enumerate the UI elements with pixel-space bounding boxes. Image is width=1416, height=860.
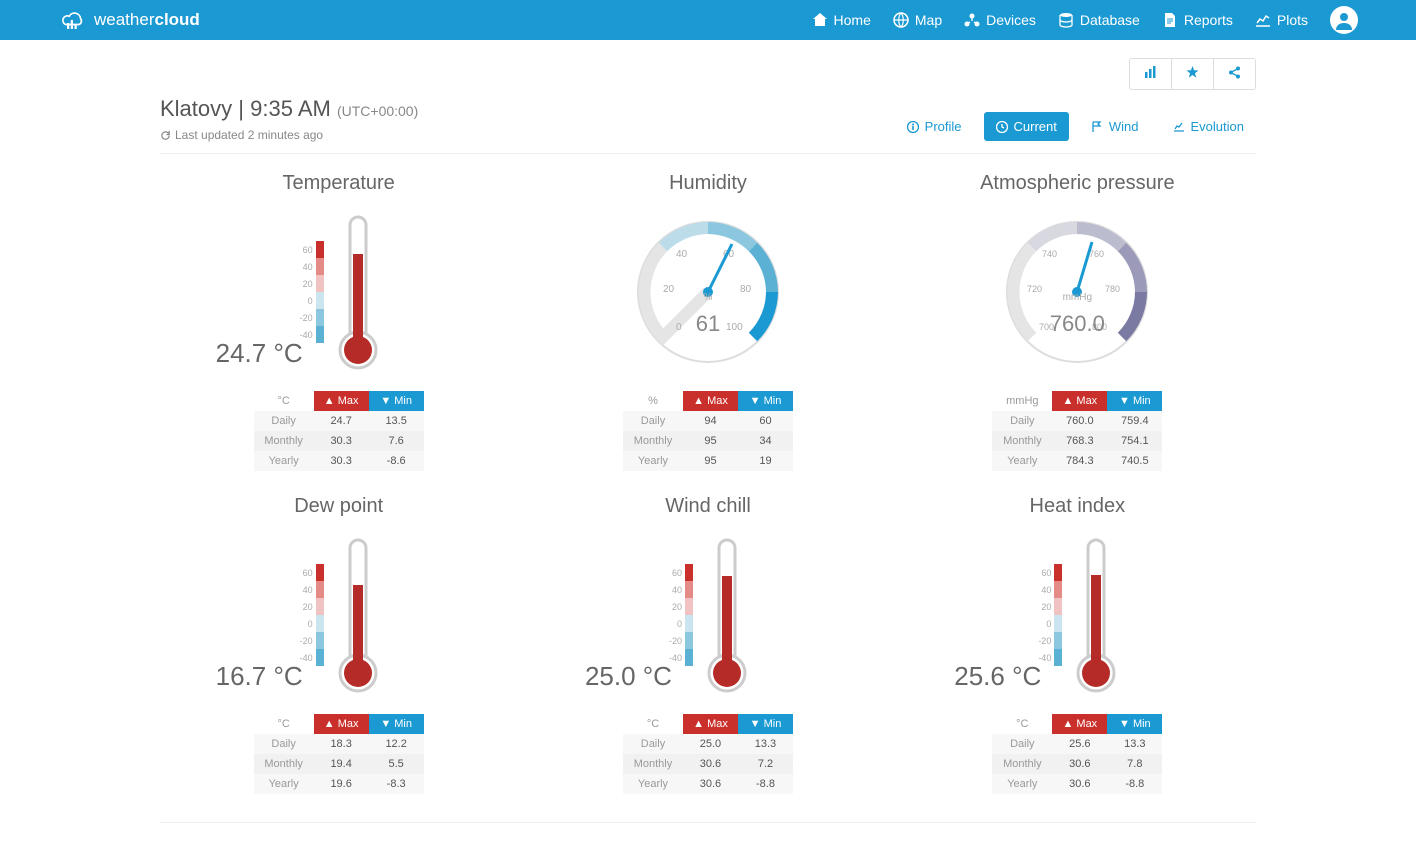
table-row: Daily24.713.5 — [254, 411, 424, 431]
database-icon — [1058, 12, 1074, 28]
stats-table: °C▲ Max▼ Min Daily18.312.2 Monthly19.45.… — [254, 714, 424, 794]
thermometer-icon — [707, 535, 747, 695]
dew-value: 16.7 °C — [216, 661, 303, 692]
tab-current[interactable]: Current — [984, 112, 1069, 141]
user-avatar[interactable] — [1330, 6, 1358, 34]
thermo-scale: 60 40 20 0 -20 -40 — [669, 564, 693, 666]
temperature-value: 24.7 °C — [216, 338, 303, 369]
table-row: Monthly9534 — [623, 431, 793, 451]
panel-title: Wind chill — [529, 495, 886, 518]
table-row: Daily18.312.2 — [254, 734, 424, 754]
brand-text-a: weather — [94, 10, 154, 29]
flag-icon — [1091, 121, 1103, 133]
pressure-gauge: 700 720 740 760 780 800 mmHg 760.0 — [997, 212, 1157, 372]
share-icon — [1228, 66, 1241, 79]
panel-temperature: Temperature 60 40 20 0 -20 -40 24.7 °C — [160, 172, 517, 471]
home-icon — [812, 12, 828, 28]
pressure-value: 760.0 — [997, 311, 1157, 337]
table-row: Yearly30.6-8.8 — [992, 774, 1162, 794]
divider — [160, 822, 1256, 823]
share-button[interactable] — [1213, 59, 1255, 89]
thermometer-icon — [338, 535, 378, 695]
panels-grid: Temperature 60 40 20 0 -20 -40 24.7 °C — [160, 172, 1256, 794]
heat-value: 25.6 °C — [954, 661, 1041, 692]
trend-icon — [1173, 121, 1185, 133]
stats-table: °C▲ Max▼ Min Daily24.713.5 Monthly30.37.… — [254, 391, 424, 471]
thermometer-icon — [1076, 535, 1116, 695]
thermometer-icon — [338, 212, 378, 372]
brand-logo[interactable]: weathercloud — [58, 5, 200, 35]
nav-plots[interactable]: Plots — [1255, 12, 1308, 28]
table-row: Monthly30.67.2 — [623, 754, 793, 774]
table-row: Monthly768.3754.1 — [992, 431, 1162, 451]
panel-humidity: Humidity 0 20 40 60 80 — [529, 172, 886, 471]
table-row: Yearly30.6-8.8 — [623, 774, 793, 794]
panel-title: Temperature — [160, 172, 517, 195]
table-row: Daily9460 — [623, 411, 793, 431]
panel-pressure: Atmospheric pressure 700 720 740 760 — [899, 172, 1256, 471]
panel-title: Heat index — [899, 495, 1256, 518]
star-icon — [1186, 66, 1199, 79]
tab-wind[interactable]: Wind — [1079, 112, 1151, 141]
humidity-value: 61 — [628, 311, 788, 337]
chill-value: 25.0 °C — [585, 661, 672, 692]
nav-map[interactable]: Map — [893, 12, 942, 28]
favorite-button[interactable] — [1171, 59, 1213, 89]
table-row: Daily25.013.3 — [623, 734, 793, 754]
table-row: Daily25.613.3 — [992, 734, 1162, 754]
divider — [160, 153, 1256, 154]
nav-devices[interactable]: Devices — [964, 12, 1036, 28]
devices-icon — [964, 12, 980, 28]
stats-button[interactable] — [1130, 59, 1171, 89]
table-row: Monthly30.37.6 — [254, 431, 424, 451]
nav-reports[interactable]: Reports — [1162, 12, 1233, 28]
table-row: Yearly19.6-8.3 — [254, 774, 424, 794]
svg-text:40: 40 — [676, 249, 688, 260]
thermo-scale: 60 40 20 0 -20 -40 — [300, 564, 324, 666]
thermo-scale: 60 40 20 0 -20 -40 — [1038, 564, 1062, 666]
file-icon — [1162, 12, 1178, 28]
brand-text-b: cloud — [154, 10, 199, 29]
info-icon — [907, 121, 919, 133]
chart-line-icon — [1255, 12, 1271, 28]
main-nav: Home Map Devices Database Reports Plots — [812, 6, 1358, 34]
svg-text:760: 760 — [1089, 249, 1104, 259]
globe-icon — [893, 12, 909, 28]
clock-icon — [996, 121, 1008, 133]
stats-table: mmHg▲ Max▼ Min Daily760.0759.4 Monthly76… — [992, 391, 1162, 471]
panel-wind-chill: Wind chill 60 40 20 0 -20 -40 25.0 °C — [529, 495, 886, 794]
action-toolbar — [160, 58, 1256, 90]
user-icon — [1334, 10, 1354, 30]
nav-home[interactable]: Home — [812, 12, 871, 28]
panel-title: Atmospheric pressure — [899, 172, 1256, 195]
stats-table: °C▲ Max▼ Min Daily25.013.3 Monthly30.67.… — [623, 714, 793, 794]
svg-text:740: 740 — [1042, 249, 1057, 259]
table-row: Yearly9519 — [623, 451, 793, 471]
panel-title: Humidity — [529, 172, 886, 195]
table-row: Daily760.0759.4 — [992, 411, 1162, 431]
bars-icon — [1144, 66, 1157, 79]
humidity-gauge: 0 20 40 60 80 100 % 61 — [628, 212, 788, 372]
stats-table: %▲ Max▼ Min Daily9460 Monthly9534 Yearly… — [623, 391, 793, 471]
cloud-icon — [58, 5, 88, 35]
panel-heat-index: Heat index 60 40 20 0 -20 -40 25.6 °C — [899, 495, 1256, 794]
stats-table: °C▲ Max▼ Min Daily25.613.3 Monthly30.67.… — [992, 714, 1162, 794]
panel-dew-point: Dew point 60 40 20 0 -20 -40 16.7 °C — [160, 495, 517, 794]
refresh-icon — [160, 130, 171, 141]
table-row: Yearly30.3-8.6 — [254, 451, 424, 471]
top-navbar: weathercloud Home Map Devices Database R… — [0, 0, 1416, 40]
table-row: Monthly30.67.8 — [992, 754, 1162, 774]
tab-evolution[interactable]: Evolution — [1161, 112, 1256, 141]
thermo-scale: 60 40 20 0 -20 -40 — [300, 241, 324, 343]
tab-profile[interactable]: Profile — [895, 112, 974, 141]
panel-title: Dew point — [160, 495, 517, 518]
nav-database[interactable]: Database — [1058, 12, 1140, 28]
table-row: Monthly19.45.5 — [254, 754, 424, 774]
table-row: Yearly784.3740.5 — [992, 451, 1162, 471]
